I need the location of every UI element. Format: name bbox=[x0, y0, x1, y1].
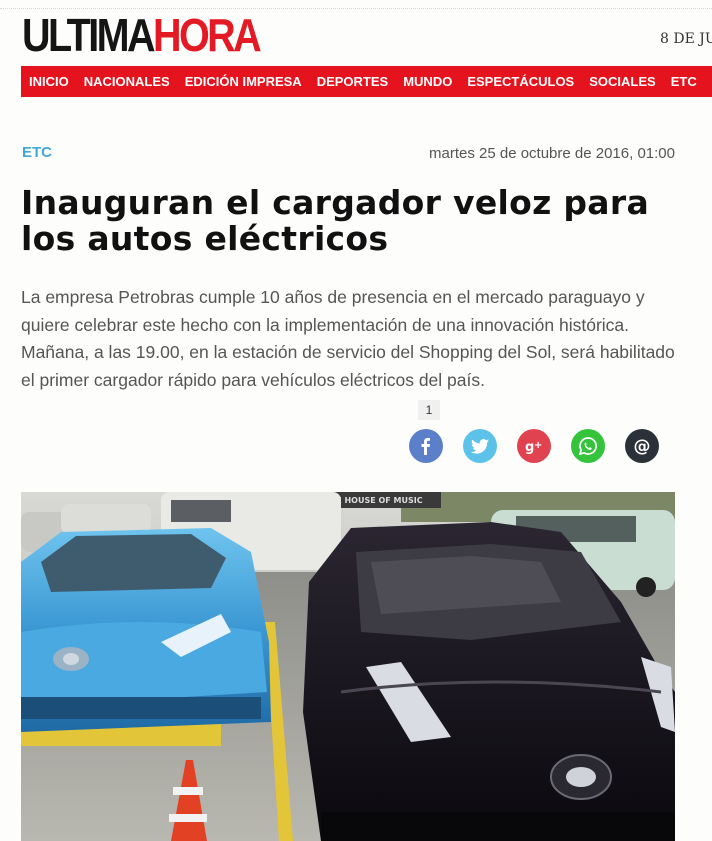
nav-item-nacionales[interactable]: NACIONALES bbox=[76, 74, 177, 89]
section-tag[interactable]: ETC bbox=[22, 144, 52, 161]
nav-item-mundo[interactable]: MUNDO bbox=[396, 74, 460, 89]
google-plus-icon: g + bbox=[525, 440, 542, 454]
nav-item-deportes[interactable]: DEPORTES bbox=[309, 74, 396, 89]
main-nav: INICIO NACIONALES EDICIÓN IMPRESA DEPORT… bbox=[21, 66, 712, 97]
share-bar: g + @ bbox=[409, 429, 659, 463]
logo-part-hora: HORA bbox=[153, 9, 262, 61]
article-lead: La empresa Petrobras cumple 10 años de p… bbox=[21, 287, 675, 390]
article-photo: TO THE HOUSE OF MUSIC bbox=[21, 492, 675, 841]
nav-item-etc[interactable]: ETC bbox=[663, 74, 704, 89]
whatsapp-icon bbox=[578, 437, 597, 456]
whatsapp-share-button[interactable] bbox=[571, 429, 605, 463]
article-date: martes 25 de octubre de 2016, 01:00 bbox=[428, 145, 675, 162]
header-date: 8 DE JUN bbox=[660, 31, 712, 47]
facebook-share-button[interactable] bbox=[409, 429, 443, 463]
site-logo[interactable]: ULTIMAHORA bbox=[22, 9, 262, 61]
nav-item-inicio[interactable]: INICIO bbox=[21, 74, 76, 89]
svg-text:+: + bbox=[534, 440, 542, 451]
nav-item-edicion-impresa[interactable]: EDICIÓN IMPRESA bbox=[177, 74, 309, 89]
facebook-icon bbox=[421, 438, 430, 455]
email-share-button[interactable]: @ bbox=[625, 429, 659, 463]
nav-item-espectaculos[interactable]: ESPECTÁCULOS bbox=[460, 74, 582, 89]
svg-text:@: @ bbox=[634, 437, 651, 457]
google-plus-share-button[interactable]: g + bbox=[517, 429, 551, 463]
article-title: Inauguran el cargador veloz para los aut… bbox=[21, 183, 650, 258]
nav-item-sociales[interactable]: SOCIALES bbox=[582, 74, 663, 89]
twitter-share-button[interactable] bbox=[463, 429, 497, 463]
at-icon: @ bbox=[634, 437, 651, 457]
logo-part-ultima: ULTIMA bbox=[22, 9, 156, 61]
twitter-icon bbox=[471, 438, 489, 454]
share-count: 1 bbox=[418, 400, 440, 420]
svg-text:g: g bbox=[525, 440, 534, 454]
